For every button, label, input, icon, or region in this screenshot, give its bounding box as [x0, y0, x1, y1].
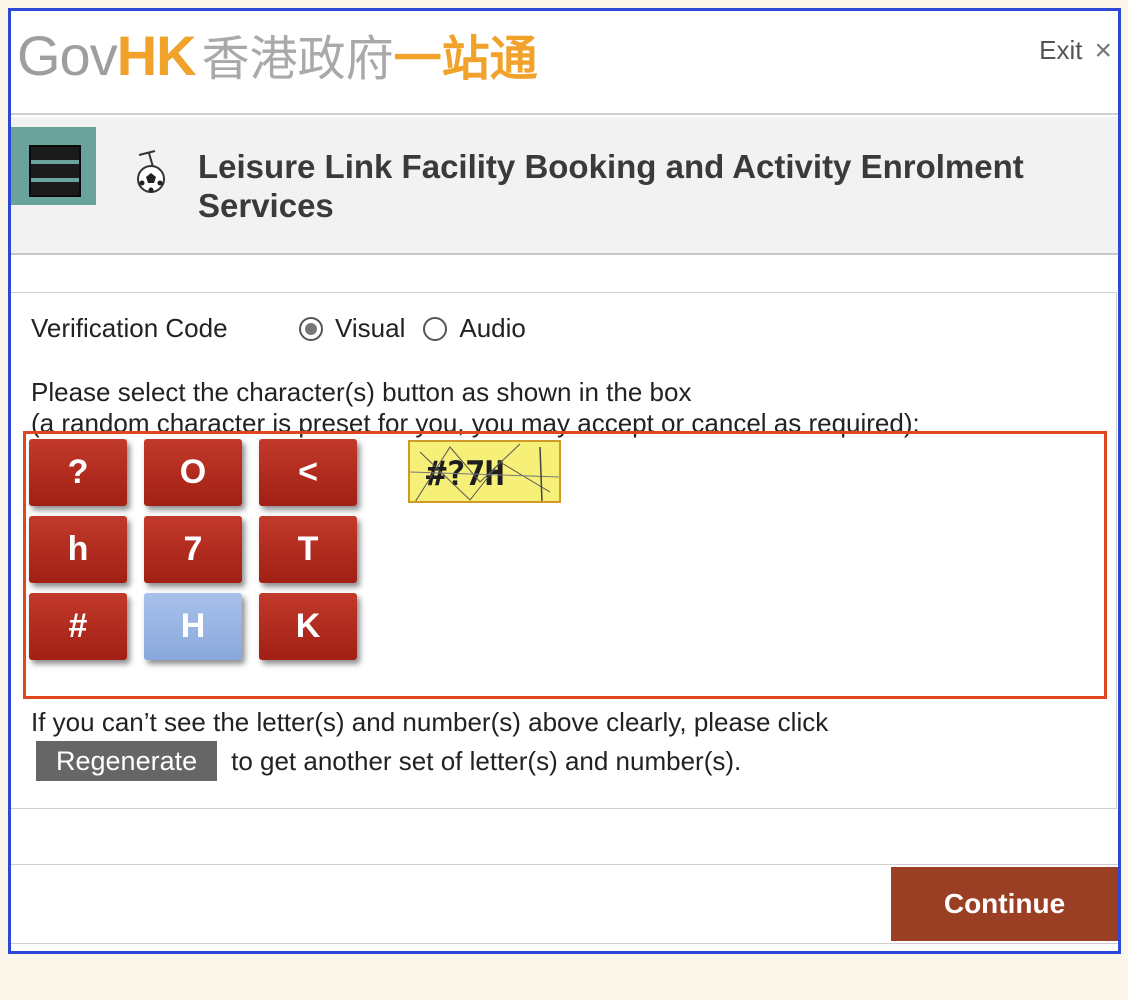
hamburger-menu-button[interactable] — [11, 127, 96, 205]
help-text: If you can’t see the letter(s) and numbe… — [31, 707, 829, 737]
service-title-bar: Leisure Link Facility Booking and Activi… — [11, 117, 1118, 255]
page-title: Leisure Link Facility Booking and Activi… — [198, 148, 1024, 224]
footer-bar: Continue — [11, 864, 1118, 944]
visual-label: Visual — [335, 313, 406, 343]
logo-chinese-orange: 一站通 — [393, 31, 538, 87]
char-key[interactable]: < — [259, 439, 357, 506]
audio-radio[interactable] — [423, 316, 448, 341]
header: Gov HK 香港政府 一站通 Exit × — [11, 11, 1118, 115]
regenerate-row: Regenerate to get another set of letter(… — [36, 741, 741, 781]
char-key[interactable]: # — [29, 593, 127, 660]
exit-label: Exit — [1039, 35, 1083, 65]
instruction-line-1: Please select the character(s) button as… — [31, 377, 692, 407]
audio-label: Audio — [459, 313, 526, 343]
regenerate-button[interactable]: Regenerate — [36, 741, 218, 781]
dialog-frame: Gov HK 香港政府 一站通 Exit × Leisure Link Facilit… — [8, 8, 1121, 954]
sports-icon — [137, 150, 165, 193]
character-keypad: ? O < h 7 T # H K — [29, 439, 357, 660]
captcha-noise — [410, 443, 559, 501]
char-key-selected[interactable]: H — [144, 593, 242, 660]
close-icon[interactable]: × — [1094, 35, 1112, 66]
logo-hk-text: HK — [116, 24, 197, 87]
char-key[interactable]: h — [29, 516, 127, 583]
char-key[interactable]: K — [259, 593, 357, 660]
char-key[interactable]: O — [144, 439, 242, 506]
logo-gov-text: Gov — [17, 24, 118, 87]
instruction-text: Please select the character(s) button as… — [31, 377, 920, 439]
verification-code-label: Verification Code — [31, 313, 228, 343]
verification-mode-row: Verification Code Visual Audio — [31, 313, 544, 344]
char-key[interactable]: ? — [29, 439, 127, 506]
verification-panel: Verification Code Visual Audio Please se… — [11, 292, 1117, 809]
govhk-logo: Gov HK 香港政府 一站通 — [17, 19, 538, 89]
hamburger-menu-icon — [29, 145, 81, 197]
regenerate-help-text: to get another set of letter(s) and numb… — [231, 745, 742, 776]
char-key[interactable]: T — [259, 516, 357, 583]
exit-button[interactable]: Exit × — [1039, 35, 1112, 66]
char-key[interactable]: 7 — [144, 516, 242, 583]
visual-option[interactable]: Visual — [299, 313, 405, 344]
captcha-image: #?7H — [408, 440, 561, 503]
continue-button[interactable]: Continue — [891, 867, 1118, 941]
visual-radio[interactable] — [299, 316, 323, 341]
logo-chinese-gray: 香港政府 — [201, 31, 394, 87]
audio-option[interactable]: Audio — [423, 313, 526, 344]
